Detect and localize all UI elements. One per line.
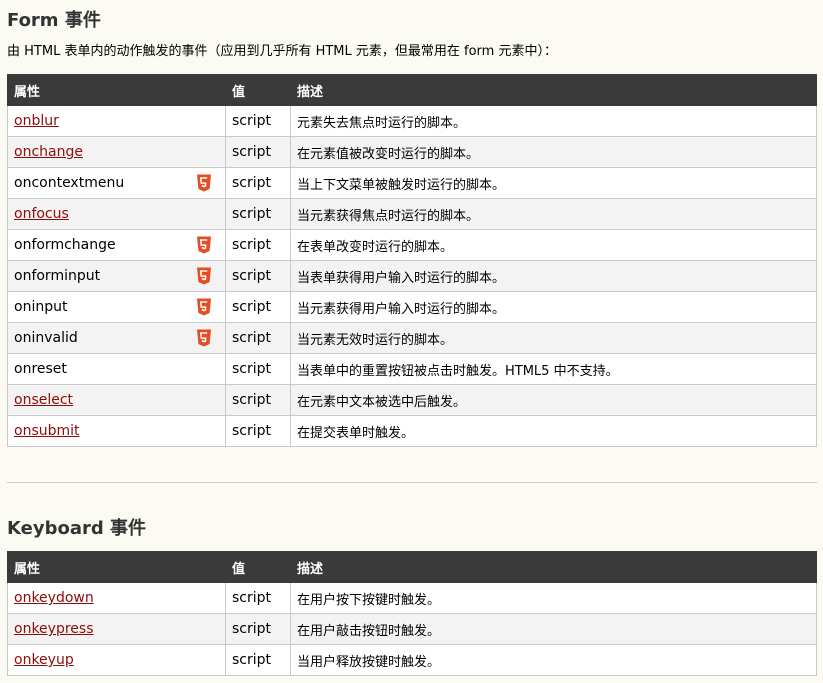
attribute-cell: onformchange bbox=[7, 229, 226, 261]
table-row: onchange script 在元素值被改变时运行的脚本。 bbox=[7, 136, 817, 168]
keyboard-events-title: Keyboard 事件 bbox=[7, 518, 146, 539]
table-header-row: 属性 值 描述 bbox=[7, 74, 817, 106]
value-cell: script bbox=[225, 291, 291, 323]
attribute-link[interactable]: onkeypress bbox=[14, 621, 93, 637]
attribute-link[interactable]: onselect bbox=[14, 392, 73, 408]
table-row: oncontextmenu script 当上下文菜单被触发时运行的脚本。 bbox=[7, 167, 817, 199]
description-cell: 在用户敲击按钮时触发。 bbox=[290, 613, 817, 645]
attribute-link[interactable]: onfocus bbox=[14, 206, 69, 222]
attribute-link[interactable]: onblur bbox=[14, 113, 59, 129]
value-cell: script bbox=[225, 322, 291, 354]
header-value: 值 bbox=[225, 551, 291, 583]
html5-icon bbox=[197, 329, 211, 347]
table-row: oninput script 当元素获得用户输入时运行的脚本。 bbox=[7, 291, 817, 323]
description-cell: 在表单改变时运行的脚本。 bbox=[290, 229, 817, 261]
value-cell: script bbox=[225, 384, 291, 416]
description-cell: 当用户释放按键时触发。 bbox=[290, 644, 817, 676]
attribute-cell: onfocus bbox=[7, 198, 226, 230]
table-row: onblur script 元素失去焦点时运行的脚本。 bbox=[7, 105, 817, 137]
attribute-cell: oncontextmenu bbox=[7, 167, 226, 199]
attribute-cell: onkeypress bbox=[7, 613, 226, 645]
attribute-link[interactable]: onkeyup bbox=[14, 652, 74, 668]
attribute-cell: onselect bbox=[7, 384, 226, 416]
value-cell: script bbox=[225, 415, 291, 447]
header-description: 描述 bbox=[290, 551, 817, 583]
description-cell: 当元素获得焦点时运行的脚本。 bbox=[290, 198, 817, 230]
value-cell: script bbox=[225, 167, 291, 199]
attribute-cell: onreset bbox=[7, 353, 226, 385]
attribute-cell: onchange bbox=[7, 136, 226, 168]
value-cell: script bbox=[225, 136, 291, 168]
table-row: onkeyup script 当用户释放按键时触发。 bbox=[7, 644, 817, 676]
attribute-name: oninput bbox=[14, 299, 68, 315]
table-row: onforminput script 当表单获得用户输入时运行的脚本。 bbox=[7, 260, 817, 292]
header-value: 值 bbox=[225, 74, 291, 106]
form-events-intro: 由 HTML 表单内的动作触发的事件（应用到几乎所有 HTML 元素，但最常用在… bbox=[7, 44, 557, 59]
html5-icon bbox=[197, 298, 211, 316]
description-cell: 元素失去焦点时运行的脚本。 bbox=[290, 105, 817, 137]
table-row: onselect script 在元素中文本被选中后触发。 bbox=[7, 384, 817, 416]
description-cell: 当表单中的重置按钮被点击时触发。HTML5 中不支持。 bbox=[290, 353, 817, 385]
attribute-cell: onsubmit bbox=[7, 415, 226, 447]
form-events-table: 属性 值 描述 onblur script 元素失去焦点时运行的脚本。 onchang… bbox=[7, 74, 817, 447]
attribute-cell: oninvalid bbox=[7, 322, 226, 354]
description-cell: 在元素中文本被选中后触发。 bbox=[290, 384, 817, 416]
table-row: onformchange script 在表单改变时运行的脚本。 bbox=[7, 229, 817, 261]
table-row: onfocus script 当元素获得焦点时运行的脚本。 bbox=[7, 198, 817, 230]
value-cell: script bbox=[225, 582, 291, 614]
attribute-cell: onforminput bbox=[7, 260, 226, 292]
value-cell: script bbox=[225, 353, 291, 385]
table-row: onsubmit script 在提交表单时触发。 bbox=[7, 415, 817, 447]
attribute-name: oninvalid bbox=[14, 330, 78, 346]
attribute-name: oncontextmenu bbox=[14, 175, 125, 191]
description-cell: 在用户按下按键时触发。 bbox=[290, 582, 817, 614]
table-row: onkeydown script 在用户按下按键时触发。 bbox=[7, 582, 817, 614]
value-cell: script bbox=[225, 198, 291, 230]
form-events-title: Form 事件 bbox=[7, 10, 101, 31]
table-row: onreset script 当表单中的重置按钮被点击时触发。HTML5 中不支持。 bbox=[7, 353, 817, 385]
description-cell: 当上下文菜单被触发时运行的脚本。 bbox=[290, 167, 817, 199]
keyboard-events-table: 属性 值 描述 onkeydown script 在用户按下按键时触发。 onkeyp… bbox=[7, 551, 817, 676]
attribute-cell: onkeyup bbox=[7, 644, 226, 676]
description-cell: 在元素值被改变时运行的脚本。 bbox=[290, 136, 817, 168]
value-cell: script bbox=[225, 644, 291, 676]
attribute-cell: oninput bbox=[7, 291, 226, 323]
header-attribute: 属性 bbox=[7, 74, 226, 106]
value-cell: script bbox=[225, 613, 291, 645]
attribute-cell: onblur bbox=[7, 105, 226, 137]
attribute-link[interactable]: onchange bbox=[14, 144, 83, 160]
table-header-row: 属性 值 描述 bbox=[7, 551, 817, 583]
attribute-name: onforminput bbox=[14, 268, 101, 284]
table-row: onkeypress script 在用户敲击按钮时触发。 bbox=[7, 613, 817, 645]
header-description: 描述 bbox=[290, 74, 817, 106]
html5-icon bbox=[197, 236, 211, 254]
table-row: oninvalid script 当元素无效时运行的脚本。 bbox=[7, 322, 817, 354]
description-cell: 当表单获得用户输入时运行的脚本。 bbox=[290, 260, 817, 292]
attribute-link[interactable]: onsubmit bbox=[14, 423, 80, 439]
attribute-link[interactable]: onkeydown bbox=[14, 590, 94, 606]
attribute-name: onformchange bbox=[14, 237, 116, 253]
header-attribute: 属性 bbox=[7, 551, 226, 583]
value-cell: script bbox=[225, 229, 291, 261]
attribute-cell: onkeydown bbox=[7, 582, 226, 614]
attribute-name: onreset bbox=[14, 361, 67, 377]
html5-icon bbox=[197, 174, 211, 192]
description-cell: 在提交表单时触发。 bbox=[290, 415, 817, 447]
html5-icon bbox=[197, 267, 211, 285]
description-cell: 当元素获得用户输入时运行的脚本。 bbox=[290, 291, 817, 323]
value-cell: script bbox=[225, 260, 291, 292]
description-cell: 当元素无效时运行的脚本。 bbox=[290, 322, 817, 354]
section-divider bbox=[7, 482, 817, 483]
value-cell: script bbox=[225, 105, 291, 137]
